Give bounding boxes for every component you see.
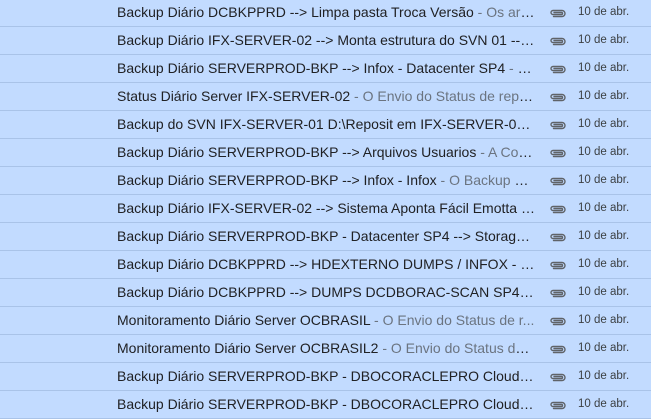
- email-snippet: A Copi...: [488, 144, 536, 160]
- email-date: 10 de abr.: [578, 118, 630, 130]
- email-subject: Status Diário Server IFX-SERVER-02: [117, 88, 351, 104]
- email-date: 10 de abr.: [578, 146, 630, 158]
- email-row[interactable]: Backup Diário SERVERPROD-BKP - DBOCORACL…: [0, 363, 651, 391]
- email-row[interactable]: Backup Diário DCBKPPRD --> DUMPS DCDBORA…: [0, 279, 651, 307]
- attachment-icon: [549, 398, 567, 412]
- attachment-icon: [549, 258, 567, 272]
- email-date: 10 de abr.: [578, 398, 630, 410]
- email-date: 10 de abr.: [578, 202, 630, 214]
- email-row[interactable]: Monitoramento Diário Server OCBRASIL2 - …: [0, 335, 651, 363]
- email-subject: Backup Diário DCBKPPRD --> DUMPS DCDBORA…: [117, 284, 536, 300]
- email-row[interactable]: Backup Diário SERVERPROD-BKP --> Infox -…: [0, 55, 651, 83]
- attachment-icon: [549, 202, 567, 216]
- email-date: 10 de abr.: [578, 286, 630, 298]
- email-subject: Backup Diário SERVERPROD-BKP --> Arquivo…: [117, 144, 477, 160]
- email-date: 10 de abr.: [578, 370, 630, 382]
- email-row[interactable]: Backup Diário DCBKPPRD --> Limpa pasta T…: [0, 0, 651, 27]
- email-date: 10 de abr.: [578, 62, 630, 74]
- email-row[interactable]: Backup Diário SERVERPROD-BKP - DBOCORACL…: [0, 391, 651, 419]
- email-row[interactable]: Status Diário Server IFX-SERVER-02 - O E…: [0, 83, 651, 111]
- attachment-icon: [549, 34, 567, 48]
- attachment-icon: [549, 118, 567, 132]
- snippet-separator: -: [473, 4, 487, 20]
- email-row-text: Backup Diário DCBKPPRD --> Limpa pasta T…: [117, 0, 536, 26]
- email-subject: Backup Diário IFX-SERVER-02 --> Monta es…: [117, 32, 536, 48]
- email-row[interactable]: Backup do SVN IFX-SERVER-01 D:\Reposit e…: [0, 111, 651, 139]
- email-date: 10 de abr.: [578, 342, 630, 354]
- email-snippet: O Backup dos...: [449, 172, 536, 188]
- email-date: 10 de abr.: [578, 258, 630, 270]
- email-subject: Backup Diário SERVERPROD-BKP - DBOCORACL…: [117, 368, 536, 384]
- email-subject: Monitoramento Diário Server OCBRASIL2: [117, 340, 379, 356]
- snippet-separator: -: [436, 172, 450, 188]
- email-row-text: Monitoramento Diário Server OCBRASIL - O…: [117, 307, 536, 334]
- email-row-text: Backup do SVN IFX-SERVER-01 D:\Reposit e…: [117, 111, 536, 138]
- email-row-text: Backup Diário SERVERPROD-BKP --> Infox -…: [117, 167, 536, 194]
- email-row[interactable]: Backup Diário IFX-SERVER-02 --> Monta es…: [0, 27, 651, 55]
- email-row[interactable]: Backup Diário DCBKPPRD --> HDEXTERNO DUM…: [0, 251, 651, 279]
- attachment-icon: [549, 314, 567, 328]
- snippet-separator: -: [505, 60, 518, 76]
- snippet-separator: -: [378, 340, 391, 356]
- email-date: 10 de abr.: [578, 174, 630, 186]
- attachment-icon: [549, 286, 567, 300]
- email-row-text: Status Diário Server IFX-SERVER-02 - O E…: [117, 83, 536, 110]
- email-row-text: Monitoramento Diário Server OCBRASIL2 - …: [117, 335, 536, 362]
- email-row[interactable]: Backup Diário SERVERPROD-BKP --> Arquivo…: [0, 139, 651, 167]
- attachment-icon: [549, 90, 567, 104]
- email-date: 10 de abr.: [578, 34, 630, 46]
- email-row[interactable]: Backup Diário SERVERPROD-BKP --> Infox -…: [0, 167, 651, 195]
- email-subject: Backup Diário SERVERPROD-BKP --> Infox -…: [117, 60, 506, 76]
- snippet-separator: -: [476, 144, 489, 160]
- email-list: Backup Diário DCBKPPRD --> Limpa pasta T…: [0, 0, 651, 419]
- attachment-icon: [549, 174, 567, 188]
- email-row-text: Backup Diário SERVERPROD-BKP - DBOCORACL…: [117, 363, 536, 390]
- email-row-text: Backup Diário SERVERPROD-BKP - DBOCORACL…: [117, 391, 536, 418]
- attachment-icon: [549, 62, 567, 76]
- email-row[interactable]: Monitoramento Diário Server OCBRASIL - O…: [0, 307, 651, 335]
- email-row[interactable]: Backup Diário IFX-SERVER-02 --> Sistema …: [0, 195, 651, 223]
- email-subject: Backup do SVN IFX-SERVER-01 D:\Reposit e…: [117, 116, 536, 132]
- email-subject: Backup Diário IFX-SERVER-02 --> Sistema …: [117, 200, 536, 216]
- attachment-icon: [549, 370, 567, 384]
- attachment-icon: [549, 146, 567, 160]
- email-date: 10 de abr.: [578, 314, 630, 326]
- email-subject: Backup Diário SERVERPROD-BKP --> Infox -…: [117, 172, 437, 188]
- email-subject: Backup Diário SERVERPROD-BKP - Datacente…: [117, 228, 536, 244]
- attachment-icon: [549, 342, 567, 356]
- email-row-text: Backup Diário SERVERPROD-BKP --> Arquivo…: [117, 139, 536, 166]
- snippet-separator: -: [350, 88, 363, 104]
- email-snippet: O Envio do Status de r...: [382, 312, 535, 328]
- snippet-separator: -: [370, 312, 383, 328]
- email-snippet: O Envio do Status de ...: [390, 340, 536, 356]
- email-date: 10 de abr.: [578, 6, 630, 18]
- attachment-icon: [549, 230, 567, 244]
- email-row[interactable]: Backup Diário SERVERPROD-BKP - Datacente…: [0, 223, 651, 251]
- email-row-text: Backup Diário DCBKPPRD --> DUMPS DCDBORA…: [117, 279, 536, 306]
- email-subject: Monitoramento Diário Server OCBRASIL: [117, 312, 371, 328]
- email-subject: Backup Diário DCBKPPRD --> Limpa pasta T…: [117, 4, 474, 20]
- email-row-text: Backup Diário SERVERPROD-BKP - Datacente…: [117, 223, 536, 250]
- email-row-text: Backup Diário DCBKPPRD --> HDEXTERNO DUM…: [117, 251, 536, 278]
- email-row-text: Backup Diário SERVERPROD-BKP --> Infox -…: [117, 55, 536, 82]
- email-subject: Backup Diário DCBKPPRD --> HDEXTERNO DUM…: [117, 256, 536, 272]
- email-subject: Backup Diário SERVERPROD-BKP - DBOCORACL…: [117, 396, 536, 412]
- email-snippet: Os arq...: [486, 4, 536, 20]
- email-snippet: O Envio do Status de replic...: [362, 88, 536, 104]
- attachment-icon: [549, 6, 567, 20]
- email-row-text: Backup Diário IFX-SERVER-02 --> Sistema …: [117, 195, 536, 222]
- email-row-text: Backup Diário IFX-SERVER-02 --> Monta es…: [117, 27, 536, 54]
- email-date: 10 de abr.: [578, 90, 630, 102]
- email-date: 10 de abr.: [578, 230, 630, 242]
